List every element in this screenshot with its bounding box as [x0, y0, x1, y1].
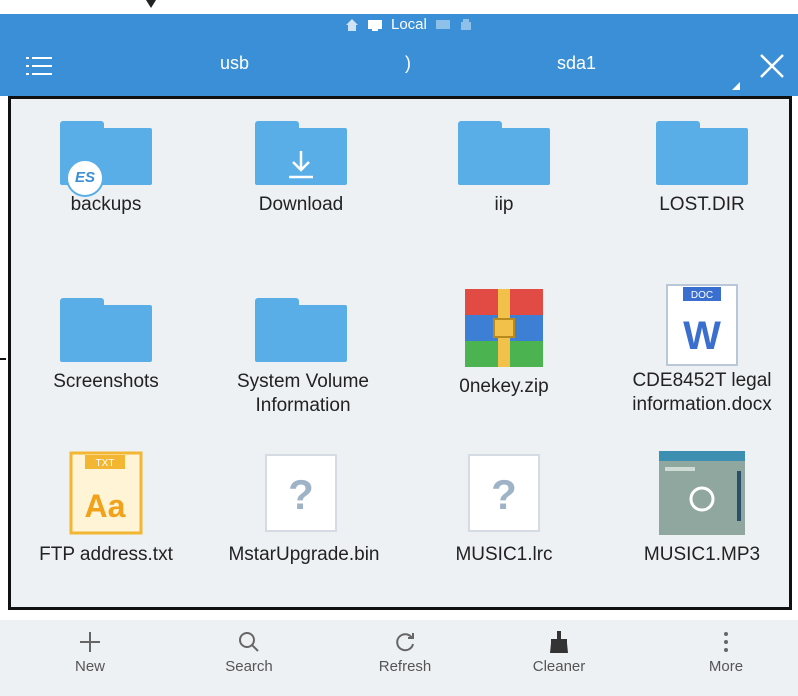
- file-name: 0nekey.zip: [459, 376, 549, 397]
- file-name: FTP address.txt: [39, 544, 173, 565]
- breadcrumb-separator: ): [405, 53, 411, 73]
- file-item[interactable]: Screenshots: [11, 298, 201, 394]
- doc-letter: W: [683, 314, 721, 358]
- status-bar: Local: [0, 14, 798, 36]
- file-name: MUSIC1.lrc: [455, 544, 553, 565]
- file-item[interactable]: Download: [206, 121, 396, 217]
- file-name: MUSIC1.MP3: [643, 544, 761, 565]
- file-item[interactable]: ES backups: [11, 121, 201, 217]
- network-icon: [435, 19, 450, 29]
- refresh-label: Refresh: [378, 658, 432, 675]
- file-name: iip: [494, 194, 514, 215]
- more-label: More: [708, 658, 744, 675]
- plus-icon: [80, 632, 100, 652]
- folder-es-icon: ES: [60, 121, 152, 197]
- download-arrow-icon: [289, 151, 313, 179]
- file-name: backups: [70, 194, 142, 215]
- search-label: Search: [225, 658, 273, 675]
- dropdown-corner-icon[interactable]: [732, 82, 740, 90]
- top-strip: [0, 0, 798, 14]
- file-item[interactable]: System Volume Information: [206, 298, 396, 418]
- file-name: Screenshots: [53, 371, 159, 392]
- search-button[interactable]: Search: [189, 630, 309, 675]
- cleaner-button[interactable]: Cleaner: [499, 630, 619, 675]
- zip-archive-icon: [465, 289, 543, 367]
- broom-icon: [550, 631, 568, 653]
- file-name: CDE8452T legal information.docx: [632, 370, 772, 415]
- file-item[interactable]: TXT Aa FTP address.txt: [11, 451, 201, 567]
- folder-icon: [458, 121, 550, 185]
- down-arrow-marker: [146, 0, 156, 8]
- es-badge-icon: ES: [66, 159, 104, 197]
- new-button[interactable]: New: [30, 630, 150, 675]
- txt-badge-text: TXT: [96, 458, 115, 469]
- file-item[interactable]: 0nekey.zip: [409, 289, 599, 399]
- breadcrumb-usb[interactable]: usb: [220, 53, 249, 74]
- refresh-button[interactable]: Refresh: [345, 630, 465, 675]
- unknown-file-icon: ?: [468, 454, 540, 532]
- status-title: Local: [391, 16, 427, 33]
- close-icon[interactable]: [758, 52, 786, 80]
- folder-icon: [60, 298, 152, 362]
- new-label: New: [74, 658, 105, 675]
- file-name: MstarUpgrade.bin: [228, 544, 380, 565]
- txt-letter: Aa: [85, 488, 126, 524]
- file-item[interactable]: MUSIC1.MP3: [607, 451, 797, 567]
- library-icon: [460, 18, 471, 30]
- question-mark: ?: [491, 471, 517, 518]
- music-thumbnail-icon: [659, 451, 745, 535]
- folder-icon: [255, 298, 347, 362]
- word-doc-icon: DOC W: [666, 284, 738, 366]
- doc-badge-text: DOC: [691, 290, 713, 301]
- search-icon: [239, 632, 259, 652]
- breadcrumb-sda1[interactable]: sda1: [557, 53, 596, 74]
- folder-icon: [656, 121, 748, 185]
- file-item[interactable]: ? MstarUpgrade.bin: [206, 451, 396, 567]
- txt-file-icon: TXT Aa: [69, 451, 143, 535]
- bottom-action-bar: New Search Refresh Cleaner More: [0, 620, 798, 696]
- file-grid: ES backups Download iip LOST.DIR Screens…: [8, 96, 792, 610]
- divider-tick: [0, 358, 6, 360]
- more-button[interactable]: More: [666, 630, 786, 675]
- file-item[interactable]: LOST.DIR: [607, 121, 797, 217]
- folder-download-icon: [255, 121, 347, 185]
- unknown-file-icon: ?: [265, 454, 337, 532]
- refresh-icon: [396, 633, 414, 652]
- file-name: Download: [258, 194, 344, 215]
- home-icon: [346, 18, 358, 31]
- file-name: System Volume Information: [237, 371, 369, 416]
- more-vertical-icon: [724, 632, 728, 652]
- local-storage-icon: [368, 19, 382, 31]
- file-item[interactable]: DOC W CDE8452T legal information.docx: [607, 283, 797, 417]
- path-toolbar: usb ) sda1: [0, 36, 798, 96]
- file-item[interactable]: ? MUSIC1.lrc: [409, 451, 599, 567]
- question-mark: ?: [288, 471, 314, 518]
- menu-icon[interactable]: [26, 56, 52, 76]
- file-item[interactable]: iip: [409, 121, 599, 217]
- cleaner-label: Cleaner: [532, 658, 586, 675]
- file-name: LOST.DIR: [659, 194, 745, 215]
